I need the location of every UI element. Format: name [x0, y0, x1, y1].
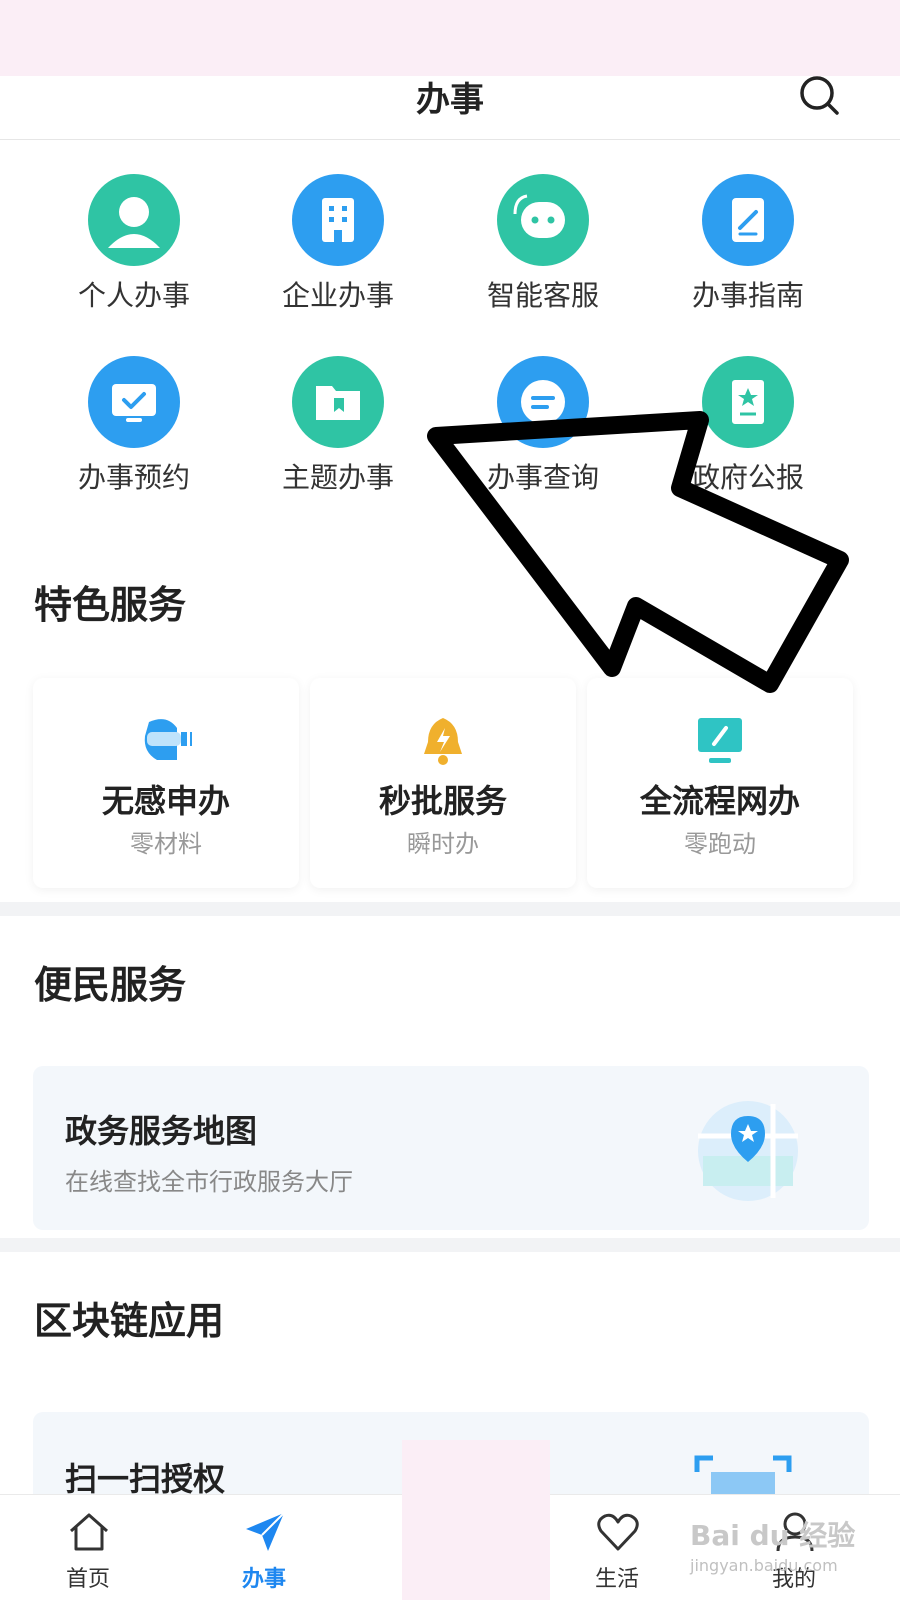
search-icon[interactable] — [798, 74, 842, 118]
card-title: 无感申办 — [101, 782, 230, 820]
vr-headset-icon — [144, 719, 192, 760]
top-header: 办事 — [0, 76, 900, 140]
pink-overlay — [402, 1440, 550, 1600]
bell-lightning-icon — [424, 718, 462, 765]
section-title-featured: 特色服务 — [34, 583, 187, 627]
edit-doc-icon — [702, 174, 794, 266]
watermark-logo: Bai du 经验 — [690, 1519, 856, 1552]
card-subtitle: 零跑动 — [684, 830, 756, 858]
grid-item-enterprise[interactable]: 企业办事 — [238, 160, 438, 312]
watermark: Bai du 经验 jingyan.baidu.com — [690, 1510, 860, 1590]
grid-label: 个人办事 — [77, 279, 190, 312]
home-icon — [70, 1513, 108, 1551]
chat-robot-icon — [497, 174, 589, 266]
query-icon — [497, 356, 589, 448]
featured-card-instant[interactable]: 秒批服务 瞬时办 — [310, 678, 576, 888]
gazette-icon — [702, 356, 794, 448]
watermark-url: jingyan.baidu.com — [690, 1556, 838, 1575]
grid-item-customer-service[interactable]: 智能客服 — [443, 160, 643, 312]
section-title-convenience: 便民服务 — [34, 963, 187, 1007]
map-pin-icon — [698, 1101, 798, 1201]
grid-label: 办事预约 — [77, 461, 190, 494]
person-icon — [88, 174, 180, 266]
section-divider — [0, 1238, 900, 1252]
card-title: 全流程网办 — [639, 782, 800, 820]
grid-label: 智能客服 — [486, 279, 599, 312]
grid-item-personal[interactable]: 个人办事 — [34, 160, 234, 312]
featured-card-online[interactable]: 全流程网办 零跑动 — [587, 678, 853, 888]
tab-label: 首页 — [65, 1567, 110, 1592]
grid-item-theme[interactable]: 主题办事 — [238, 342, 438, 494]
card-subtitle: 在线查找全市行政服务大厅 — [65, 1168, 353, 1196]
grid-label: 企业办事 — [281, 279, 394, 312]
tab-affairs[interactable]: 办事 — [204, 1495, 324, 1600]
section-divider — [0, 902, 900, 916]
tab-home[interactable]: 首页 — [28, 1495, 148, 1600]
grid-label: 政府公报 — [691, 461, 804, 494]
featured-card-no-material[interactable]: 无感申办 零材料 — [33, 678, 299, 888]
building-icon — [292, 174, 384, 266]
grid-label: 主题办事 — [281, 461, 394, 494]
send-icon — [246, 1512, 285, 1551]
grid-item-gazette[interactable]: 政府公报 — [648, 342, 848, 494]
tab-life[interactable]: 生活 — [557, 1495, 677, 1600]
grid-item-guide[interactable]: 办事指南 — [648, 160, 848, 312]
card-title: 政务服务地图 — [65, 1112, 258, 1150]
status-bar — [0, 0, 900, 76]
grid-item-query[interactable]: 办事查询 — [443, 342, 643, 494]
tab-label: 办事 — [241, 1567, 286, 1592]
page-title: 办事 — [416, 80, 484, 120]
grid-label: 办事查询 — [486, 461, 599, 494]
card-subtitle: 零材料 — [130, 830, 202, 858]
card-subtitle: 瞬时办 — [407, 830, 479, 858]
monitor-edit-icon — [698, 718, 742, 763]
grid-item-appointment[interactable]: 办事预约 — [34, 342, 234, 494]
folder-icon — [292, 356, 384, 448]
section-title-blockchain: 区块链应用 — [34, 1299, 225, 1343]
service-grid: 个人办事 企业办事 智能客服 办事指南 办事预约 主题办事 办事查询 政府公报 — [0, 160, 900, 520]
grid-label: 办事指南 — [691, 279, 804, 312]
card-title: 秒批服务 — [378, 782, 507, 820]
map-service-card[interactable]: 政务服务地图 在线查找全市行政服务大厅 — [33, 1066, 869, 1230]
heart-icon — [597, 1513, 639, 1551]
monitor-check-icon — [88, 356, 180, 448]
tab-label: 生活 — [594, 1567, 639, 1592]
